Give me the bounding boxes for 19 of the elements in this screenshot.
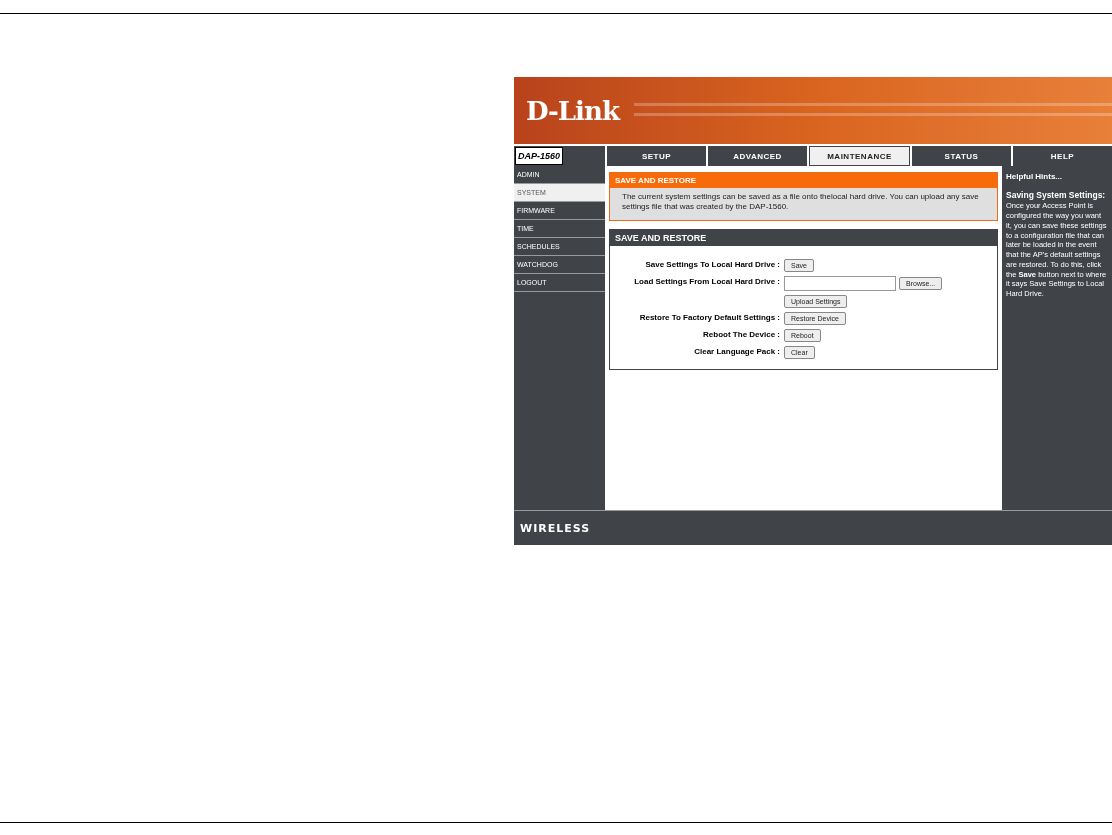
nav-tab[interactable]: MAINTENANCE [809, 146, 910, 166]
field-label: Load Settings From Local Hard Drive : [633, 276, 780, 287]
panel-title: SAVE AND RESTORE [610, 173, 997, 188]
field-label: Reboot The Device : [702, 329, 780, 340]
nav-tab[interactable]: ADVANCED [708, 146, 807, 166]
field-label: Save Settings To Local Hard Drive : [644, 259, 780, 270]
file-input-field[interactable] [784, 276, 896, 291]
panel-title: SAVE AND RESTORE [610, 230, 997, 246]
intro-text: The current system settings can be saved as a file onto thelocal hard drive. You can upload any save settings file that was created by the DAP-1560. [621, 191, 980, 213]
footer-label: WIRELESS [520, 521, 591, 535]
nav-tab[interactable]: SETUP [607, 146, 706, 166]
help-heading: Saving System Settings: [1006, 190, 1107, 202]
help-title: Helpful Hints... [1006, 172, 1063, 183]
field-label: Restore To Factory Default Settings : [638, 312, 780, 323]
brand-logo: D-Link [526, 95, 619, 126]
model-label: DAP-1560 [515, 147, 564, 165]
nav-tab[interactable]: STATUS [912, 146, 1011, 166]
nav-tab[interactable]: HELP [1013, 146, 1112, 166]
field-label: Clear Language Pack : [693, 346, 780, 357]
